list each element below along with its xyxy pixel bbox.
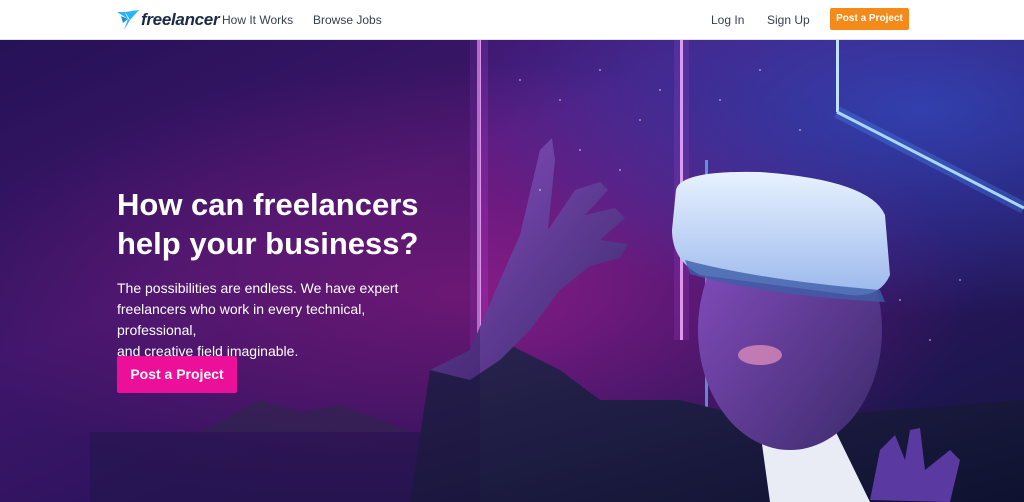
hero-subtitle: The possibilities are endless. We have e… [117,278,447,362]
hero-title-line-1: How can freelancers [117,187,419,222]
freelancer-logo[interactable]: freelancer [117,9,220,31]
nav-browse-jobs[interactable]: Browse Jobs [313,0,382,40]
post-project-nav-button[interactable]: Post a Project [830,8,909,30]
freelancer-bird-icon [117,10,139,30]
hero-background-image [0,40,1024,502]
hero-subtitle-line-2: freelancers who work in every technical,… [117,301,366,338]
nav-how-it-works[interactable]: How It Works [222,0,293,40]
nav-sign-up[interactable]: Sign Up [767,0,810,40]
post-project-hero-button[interactable]: Post a Project [117,356,237,393]
hero-title-line-2: help your business? [117,226,419,261]
logo-text: freelancer [141,10,220,29]
hero-section: How can freelancers help your business? … [0,40,1024,502]
hero-title: How can freelancers help your business? [117,185,477,263]
nav-log-in[interactable]: Log In [711,0,744,40]
hero-subtitle-line-1: The possibilities are endless. We have e… [117,280,399,296]
top-navigation: freelancer How It Works Browse Jobs Log … [0,0,1024,40]
